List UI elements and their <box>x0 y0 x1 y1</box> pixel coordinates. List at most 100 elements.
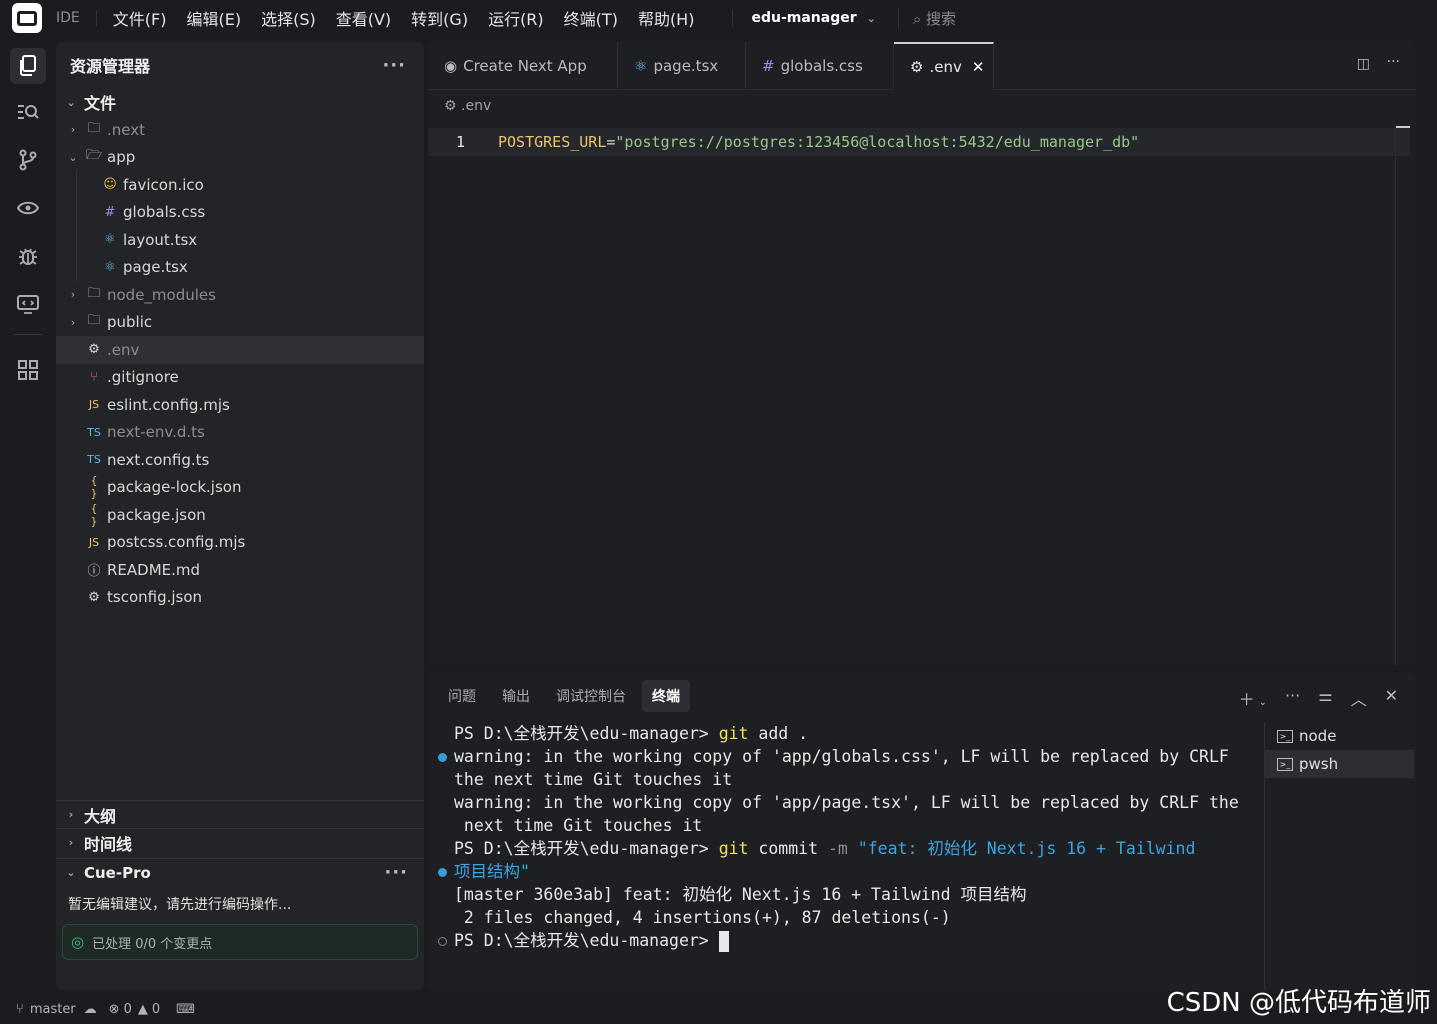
tree-label: app <box>107 148 136 167</box>
tab-debug-console[interactable]: 调试控制台 <box>546 680 636 712</box>
cue-message: 暂无编辑建议，请先进行编码操作... <box>68 897 292 913</box>
title-bar: IDE 文件(F) 编辑(E) 选择(S) 查看(V) 转到(G) 运行(R) … <box>0 0 1437 36</box>
tree-label: tsconfig.json <box>107 588 203 607</box>
terminal-node[interactable]: >_ node <box>1265 722 1414 750</box>
terminal-name: node <box>1299 727 1337 745</box>
warning-count[interactable]: 0 <box>152 1002 160 1017</box>
more-actions-icon[interactable]: ··· <box>384 862 408 883</box>
menu-run[interactable]: 运行(R) <box>488 6 544 30</box>
tree-file-readme[interactable]: ⓘ README.md <box>56 556 424 584</box>
timeline-section-header[interactable]: › 时间线 <box>56 828 424 856</box>
tree-file-postcss-config[interactable]: JS postcss.config.mjs <box>56 529 424 557</box>
tree-folder-next[interactable]: › 🗀 .next <box>56 116 424 144</box>
branch-name[interactable]: master <box>30 1002 76 1017</box>
menu-view[interactable]: 查看(V) <box>336 6 391 30</box>
gear-icon: ⚙ <box>910 58 924 76</box>
menu-file[interactable]: 文件(F) <box>113 6 167 30</box>
debug-bug-icon[interactable] <box>10 238 46 274</box>
tree-label: favicon.ico <box>123 175 204 194</box>
menu-selection[interactable]: 选择(S) <box>261 6 316 30</box>
tree-file-eslint-config[interactable]: JS eslint.config.mjs <box>56 391 424 419</box>
app-logo[interactable] <box>12 3 42 33</box>
extensions-grid-icon[interactable] <box>10 352 46 388</box>
more-actions-icon[interactable]: ··· <box>1387 54 1400 70</box>
tree-folder-public[interactable]: › 🗀 public <box>56 309 424 337</box>
tree-label: next-env.d.ts <box>107 423 205 442</box>
tree-label: node_modules <box>107 285 216 304</box>
tree-file-gitignore[interactable]: ⑂ .gitignore <box>56 364 424 392</box>
tree-file-env[interactable]: ⚙ .env <box>56 336 424 364</box>
chevron-up-icon[interactable]: ︿ <box>1351 686 1367 710</box>
tree-file-layout-tsx[interactable]: ⚛ layout.tsx <box>56 226 424 254</box>
chevron-down-icon: ⌄ <box>866 12 876 25</box>
tree-label: README.md <box>107 560 201 579</box>
tree-label: .next <box>107 120 145 139</box>
menu-terminal[interactable]: 终端(T) <box>564 6 618 30</box>
terminal-icon: >_ <box>1277 757 1293 771</box>
tree-file-page-tsx[interactable]: ⚛ page.tsx <box>56 253 424 281</box>
tab-page-tsx[interactable]: ⚛ page.tsx <box>618 42 746 90</box>
tree-file-package-lock[interactable]: { } package-lock.json <box>56 474 424 502</box>
editor-area: ◉ Create Next App ⚛ page.tsx # globals.c… <box>428 42 1416 666</box>
outline-section-header[interactable]: › 大纲 <box>56 800 424 828</box>
menu-edit[interactable]: 编辑(E) <box>186 6 241 30</box>
tab-problems[interactable]: 问题 <box>438 680 486 712</box>
cue-pro-section-header[interactable]: ⌄ Cue-Pro ··· <box>56 858 424 886</box>
tree-file-tsconfig[interactable]: ⚙ tsconfig.json <box>56 584 424 612</box>
status-dot-icon <box>438 937 447 946</box>
more-actions-icon[interactable]: ··· <box>1285 686 1300 710</box>
add-terminal-icon[interactable]: ＋ ⌄ <box>1239 686 1267 710</box>
breadcrumb[interactable]: ⚙ .env <box>444 98 491 114</box>
js-icon: JS <box>88 535 100 549</box>
hash-icon: # <box>104 204 116 220</box>
terminal-line: warning: in the working copy of 'app/pag… <box>454 793 1239 812</box>
tree-label: package.json <box>107 505 206 524</box>
outline-title: 大纲 <box>84 806 117 826</box>
terminal-pwsh[interactable]: >_ pwsh <box>1265 750 1414 778</box>
react-icon: ⚛ <box>104 259 116 275</box>
chevron-right-icon: › <box>70 288 76 302</box>
tree-file-globals-css[interactable]: # globals.css <box>56 198 424 226</box>
tab-env[interactable]: ⚙ .env ✕ <box>894 42 994 90</box>
files-section-header[interactable]: ⌄ 文件 <box>56 88 424 116</box>
tree-file-next-config[interactable]: TS next.config.ts <box>56 446 424 474</box>
ts-icon: TS <box>87 425 101 439</box>
sync-cloud-icon[interactable]: ☁ <box>84 1002 97 1017</box>
terminal-output[interactable]: PS D:\全栈开发\edu-manager> git add . warnin… <box>438 722 1263 952</box>
tab-globals-css[interactable]: # globals.css <box>746 42 894 90</box>
tab-output[interactable]: 输出 <box>492 680 540 712</box>
explorer-header: 资源管理器 ··· <box>56 42 424 88</box>
explorer-sidebar: 资源管理器 ··· ⌄ 文件 › 🗀 .next ⌄ 🗁 app ☺ favic… <box>56 42 424 990</box>
terminal-line: 2 files changed, 4 insertions(+), 87 del… <box>454 908 951 927</box>
close-icon[interactable]: ✕ <box>972 58 985 76</box>
project-selector[interactable]: edu-manager ⌄ <box>732 10 876 26</box>
tab-terminal[interactable]: 终端 <box>642 680 690 712</box>
search-box[interactable]: ⌕ 搜索 <box>897 7 956 29</box>
menu-go[interactable]: 转到(G) <box>411 6 468 30</box>
search-icon[interactable] <box>10 94 46 130</box>
tree-file-package-json[interactable]: { } package.json <box>56 501 424 529</box>
tree-file-next-env[interactable]: TS next-env.d.ts <box>56 419 424 447</box>
tree-folder-app[interactable]: ⌄ 🗁 app <box>56 144 424 172</box>
tab-create-next-app[interactable]: ◉ Create Next App <box>428 42 618 90</box>
folder-icon: 🗀 <box>87 313 101 329</box>
code-line-1[interactable]: 1 POSTGRES_URL = "postgres://postgres:1234… <box>428 128 1410 156</box>
json-icon: { } <box>90 474 98 501</box>
error-count[interactable]: 0 <box>124 1002 132 1017</box>
tree-file-favicon[interactable]: ☺ favicon.ico <box>56 171 424 199</box>
source-control-icon[interactable] <box>10 142 46 178</box>
preview-eye-icon[interactable] <box>10 190 46 226</box>
explorer-icon[interactable] <box>10 48 46 84</box>
tree-label: postcss.config.mjs <box>107 533 246 552</box>
settings-sliders-icon[interactable]: ⚌ <box>1318 686 1332 710</box>
terminal-line: 项目结构" <box>438 860 1263 883</box>
tree-folder-node-modules[interactable]: › 🗀 node_modules <box>56 281 424 309</box>
ts-icon: TS <box>87 453 101 467</box>
more-actions-icon[interactable]: ··· <box>382 55 406 76</box>
split-editor-icon[interactable]: ◫ <box>1357 56 1370 72</box>
close-icon[interactable]: ✕ <box>1385 686 1398 710</box>
keyboard-icon[interactable]: ⌨ <box>176 1002 195 1017</box>
menu-help[interactable]: 帮助(H) <box>638 6 695 30</box>
remote-monitor-icon[interactable] <box>10 286 46 322</box>
chevron-down-icon: ⌄ <box>66 95 76 109</box>
